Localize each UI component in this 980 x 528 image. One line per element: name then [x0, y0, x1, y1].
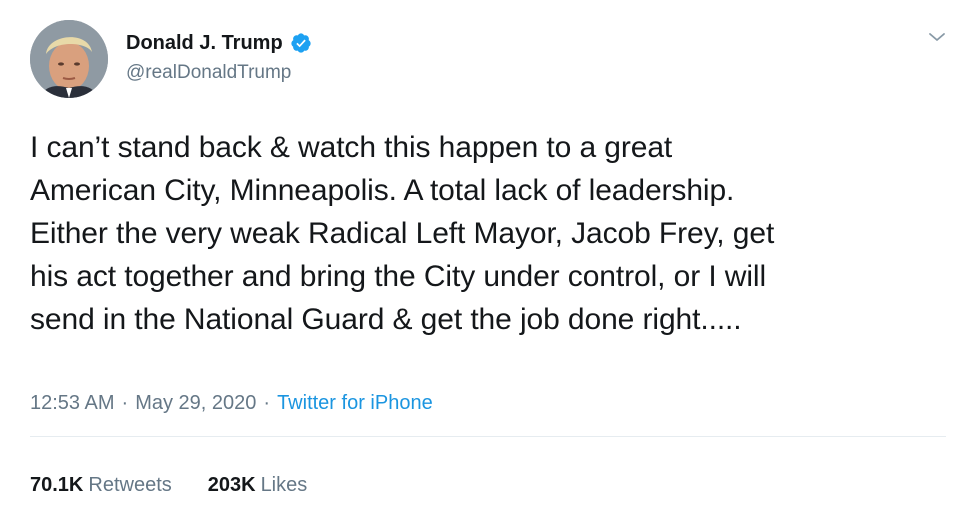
tweet-text-line: I can’t stand back & watch this happen t… [30, 131, 673, 164]
retweets-stat[interactable]: 70.1K Retweets [30, 474, 172, 497]
tweet-text-line: Either the very weak Radical Left Mayor,… [30, 217, 775, 250]
meta-separator: · [121, 392, 129, 414]
tweet-header: Donald J. Trump @realDonaldTrump [30, 18, 312, 100]
tweet-source-link[interactable]: Twitter for iPhone [277, 392, 433, 414]
retweets-count: 70.1K [30, 474, 84, 496]
likes-count: 203K [207, 474, 256, 496]
tweet-time[interactable]: 12:53 AM [30, 392, 115, 414]
tweet-text-line: American City, Minneapolis. A total lack… [30, 174, 735, 207]
tweet-text: I can’t stand back & watch this happen t… [30, 126, 950, 341]
author-handle[interactable]: @realDonaldTrump [126, 62, 312, 84]
tweet-text-line: send in the National Guard & get the job… [30, 303, 742, 336]
tweet-stats: 70.1K Retweets 203K Likes [30, 474, 307, 497]
author-names: Donald J. Trump @realDonaldTrump [126, 28, 312, 84]
tweet-date[interactable]: May 29, 2020 [135, 392, 256, 414]
likes-stat[interactable]: 203K Likes [208, 474, 308, 497]
display-name[interactable]: Donald J. Trump [126, 32, 283, 55]
tweet-text-line: his act together and bring the City unde… [30, 260, 767, 293]
likes-label: Likes [260, 474, 308, 496]
meta-separator: · [263, 392, 271, 414]
chevron-down-icon[interactable] [928, 30, 946, 44]
retweets-label: Retweets [88, 474, 172, 496]
tweet-card: Donald J. Trump @realDonaldTrump I can’t… [0, 0, 980, 528]
name-row: Donald J. Trump [126, 28, 312, 58]
divider [30, 436, 946, 437]
avatar[interactable] [30, 20, 108, 98]
tweet-meta: 12:53 AM · May 29, 2020 · Twitter for iPhone [30, 392, 433, 415]
verified-badge-icon [291, 33, 311, 53]
